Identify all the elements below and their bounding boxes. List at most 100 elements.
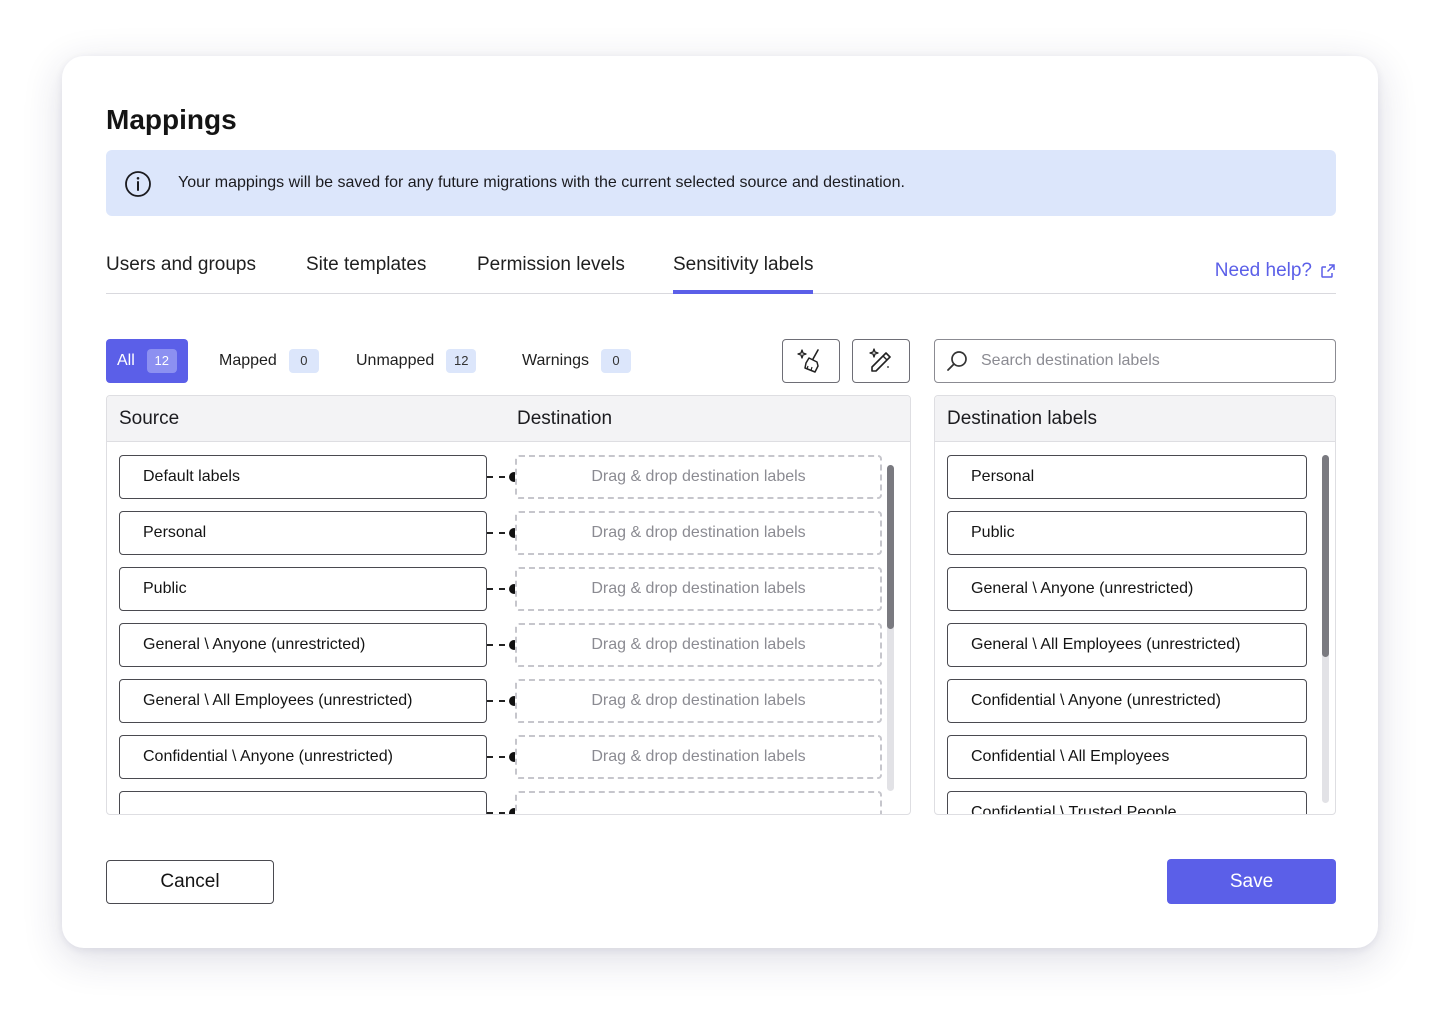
destination-drop-zone[interactable]: Drag & drop destination labels bbox=[515, 567, 882, 611]
mapping-connector bbox=[487, 696, 519, 706]
filter-label: All bbox=[117, 352, 135, 369]
destination-labels-header: Destination labels bbox=[935, 396, 1335, 442]
dialog-title: Mappings bbox=[106, 104, 237, 135]
tab-permission-levels[interactable]: Permission levels bbox=[477, 252, 625, 294]
connector-dash bbox=[499, 644, 505, 646]
mapping-rows: Confidential \ Anyone (unrestricted) Drag… bbox=[107, 443, 910, 814]
source-label[interactable] bbox=[119, 791, 487, 814]
sparkle-broom-icon bbox=[797, 349, 819, 373]
search-destination bbox=[934, 339, 1336, 383]
mapping-row: Confidential \ Anyone (unrestricted) Drag… bbox=[107, 735, 887, 781]
mapping-connector bbox=[487, 528, 519, 538]
mapping-panel: Source Destination Confidential \ Anyone… bbox=[106, 395, 911, 815]
clear-mappings-button[interactable] bbox=[782, 339, 840, 383]
mapping-row: Default labels Drag & drop destination la… bbox=[107, 455, 887, 501]
destination-label-row: Personal bbox=[935, 455, 1315, 501]
destination-scrollbar-thumb[interactable] bbox=[1322, 455, 1329, 657]
destination-labels-list: Confidential \ Trusted People Confidentia… bbox=[935, 443, 1335, 814]
source-label[interactable]: General \ Anyone (unrestricted) bbox=[119, 623, 487, 667]
destination-label-item[interactable]: Confidential \ Anyone (unrestricted) bbox=[947, 679, 1307, 723]
destination-label-item[interactable]: General \ Anyone (unrestricted) bbox=[947, 567, 1307, 611]
auto-map-button[interactable] bbox=[852, 339, 910, 383]
filter-mapped[interactable]: Mapped 0 bbox=[219, 339, 319, 383]
destination-label-item[interactable]: Public bbox=[947, 511, 1307, 555]
mapping-connector bbox=[487, 808, 519, 814]
filter-label: Mapped bbox=[219, 352, 277, 369]
connector-dash bbox=[487, 588, 493, 590]
filter-count: 12 bbox=[446, 349, 477, 373]
filter-unmapped[interactable]: Unmapped 12 bbox=[356, 339, 477, 383]
filter-count: 0 bbox=[600, 349, 631, 373]
tab-bar: Users and groups Site templates Permissi… bbox=[106, 252, 1336, 294]
mapping-connector bbox=[487, 752, 519, 762]
destination-labels-title: Destination labels bbox=[947, 408, 1097, 429]
filter-label: Unmapped bbox=[356, 352, 435, 369]
mapping-connector bbox=[487, 584, 519, 594]
need-help-label: Need help? bbox=[1214, 260, 1312, 281]
source-label[interactable]: General \ All Employees (unrestricted) bbox=[119, 679, 487, 723]
tab-users-and-groups[interactable]: Users and groups bbox=[106, 252, 256, 294]
destination-label-item[interactable]: Confidential \ Trusted People bbox=[947, 791, 1307, 814]
magic-wand-icon bbox=[869, 348, 891, 372]
search-input[interactable] bbox=[981, 340, 1321, 382]
source-header: Source bbox=[119, 408, 180, 429]
source-label[interactable]: Public bbox=[119, 567, 487, 611]
mapping-row: General \ Anyone (unrestricted) Drag & dr… bbox=[107, 623, 887, 669]
filter-all[interactable]: All 12 bbox=[106, 339, 188, 383]
destination-label-item[interactable]: Personal bbox=[947, 455, 1307, 499]
destination-label-row: Confidential \ Anyone (unrestricted) bbox=[935, 679, 1315, 725]
mapping-row: Personal Drag & drop destination labels bbox=[107, 511, 887, 557]
mapping-scrollbar-thumb[interactable] bbox=[887, 465, 894, 629]
destination-label-row: Confidential \ Trusted People bbox=[935, 791, 1315, 814]
info-icon bbox=[125, 171, 151, 197]
destination-drop-zone[interactable]: Drag & drop destination labels bbox=[515, 679, 882, 723]
source-label[interactable]: Confidential \ Anyone (unrestricted) bbox=[119, 735, 487, 779]
mapping-connector bbox=[487, 472, 519, 482]
mapping-row: General \ All Employees (unrestricted) Dr… bbox=[107, 679, 887, 725]
filter-count: 12 bbox=[146, 349, 177, 373]
save-button[interactable]: Save bbox=[1167, 859, 1336, 904]
mapping-row bbox=[107, 791, 887, 814]
connector-dash bbox=[499, 532, 505, 534]
destination-drop-zone[interactable]: Drag & drop destination labels bbox=[515, 623, 882, 667]
connector-dash bbox=[487, 644, 493, 646]
mapping-connector bbox=[487, 640, 519, 650]
connector-dash bbox=[499, 588, 505, 590]
destination-label-row: Confidential \ All Employees bbox=[935, 735, 1315, 781]
connector-dash bbox=[499, 812, 505, 814]
source-label[interactable]: Default labels bbox=[119, 455, 487, 499]
filter-warnings[interactable]: Warnings 0 bbox=[522, 339, 631, 383]
destination-drop-zone[interactable]: Drag & drop destination labels bbox=[515, 455, 882, 499]
banner-text: Your mappings will be saved for any futu… bbox=[178, 174, 905, 191]
destination-drop-zone[interactable]: Drag & drop destination labels bbox=[515, 735, 882, 779]
destination-scrollbar[interactable] bbox=[1322, 455, 1329, 803]
destination-header: Destination bbox=[517, 408, 613, 429]
search-icon bbox=[947, 351, 967, 371]
cancel-button[interactable]: Cancel bbox=[106, 860, 274, 904]
tab-sensitivity-labels[interactable]: Sensitivity labels bbox=[673, 252, 814, 294]
info-banner: Your mappings will be saved for any futu… bbox=[106, 150, 1336, 216]
mapping-panel-header: Source Destination bbox=[107, 396, 910, 442]
source-label[interactable]: Personal bbox=[119, 511, 487, 555]
mapping-scrollbar[interactable] bbox=[887, 465, 894, 791]
destination-label-item[interactable]: General \ All Employees (unrestricted) bbox=[947, 623, 1307, 667]
destination-label-row: General \ All Employees (unrestricted) bbox=[935, 623, 1315, 669]
mapping-row: Public Drag & drop destination labels bbox=[107, 567, 887, 613]
connector-dash bbox=[499, 756, 505, 758]
external-link-icon bbox=[1321, 264, 1335, 278]
destination-label-row: General \ Anyone (unrestricted) bbox=[935, 567, 1315, 613]
destination-label-item[interactable]: Confidential \ All Employees bbox=[947, 735, 1307, 779]
connector-dash bbox=[487, 532, 493, 534]
tab-site-templates[interactable]: Site templates bbox=[306, 252, 426, 294]
need-help-link[interactable]: Need help? bbox=[1215, 260, 1336, 282]
mappings-dialog: Mappings Your mappings will be saved for… bbox=[62, 56, 1378, 948]
connector-dash bbox=[487, 756, 493, 758]
connector-dash bbox=[487, 700, 493, 702]
destination-drop-zone[interactable] bbox=[515, 791, 882, 814]
filter-count: 0 bbox=[288, 349, 319, 373]
destination-drop-zone[interactable]: Drag & drop destination labels bbox=[515, 511, 882, 555]
destination-label-row: Public bbox=[935, 511, 1315, 557]
destination-labels-panel: Destination labels Confidential \ Truste… bbox=[934, 395, 1336, 815]
filter-label: Warnings bbox=[522, 352, 589, 369]
connector-dash bbox=[499, 476, 505, 478]
